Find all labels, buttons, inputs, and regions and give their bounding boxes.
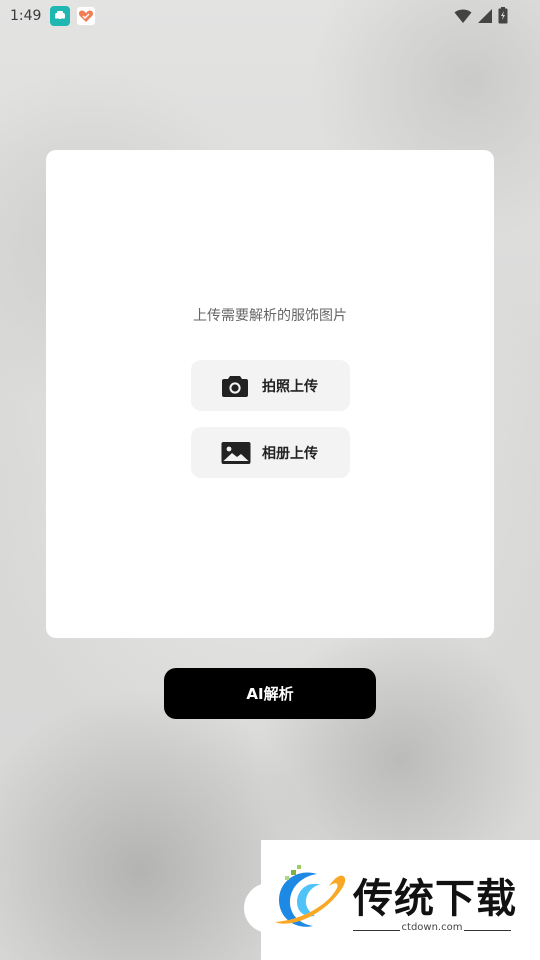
wifi-icon [454,8,472,28]
album-upload-label: 相册上传 [262,445,318,462]
camera-icon [221,373,251,399]
battery-icon [498,7,508,28]
system-status-icons [454,7,508,28]
heart-app-icon [76,6,97,26]
image-icon [221,440,251,466]
album-upload-button[interactable]: 相册上传 [191,427,350,478]
camera-upload-button[interactable]: 拍照上传 [191,360,350,411]
watermark-divider-left [353,930,403,931]
status-time: 1:49 [10,8,42,24]
watermark-logo-icon [275,865,346,927]
watermark-url: ctdown.com [400,922,464,933]
watermark-banner: 传统下载 ctdown.com [261,840,540,960]
watermark-title: 传统下载 [353,876,517,922]
signal-icon [477,8,493,28]
watermark-divider-right [461,930,511,931]
car-app-icon [50,6,71,26]
upload-hint: 上传需要解析的服饰图片 [193,308,347,324]
camera-upload-label: 拍照上传 [262,378,318,395]
status-bar: 1:49 [0,0,540,32]
ai-analyze-button[interactable]: AI解析 [164,668,376,719]
